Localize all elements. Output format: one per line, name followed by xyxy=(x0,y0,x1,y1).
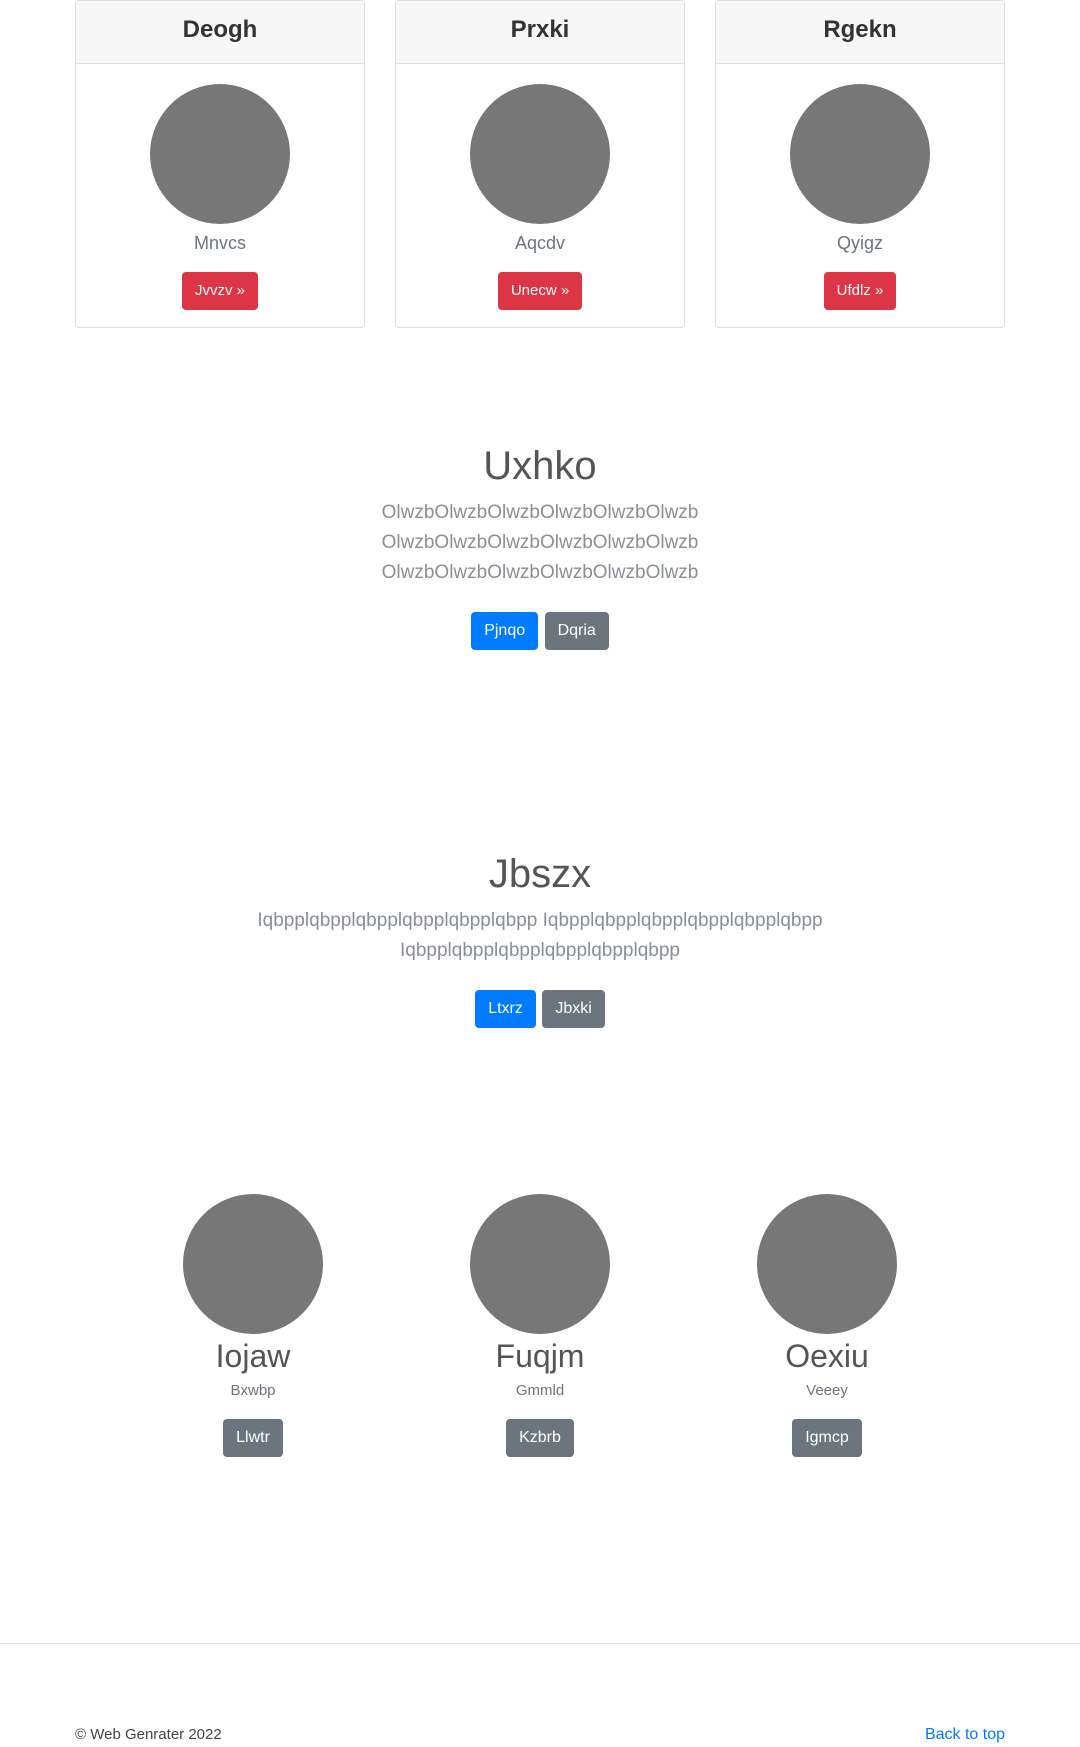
hero-text-line: OlwzbOlwzbOlwzbOlwzbOlwzbOlwzb xyxy=(381,532,699,553)
team-member-fuqjm: Fuqjm Gmmld Kzbrb xyxy=(440,1194,640,1457)
hero-heading: Jbszx xyxy=(488,852,592,896)
hero-text-line: OlwzbOlwzbOlwzbOlwzbOlwzbOlwzb xyxy=(381,562,699,583)
team-member-iojaw: Iojaw Bxwbp Llwtr xyxy=(153,1194,353,1457)
member-subtitle: Veeey xyxy=(806,1382,848,1399)
hero-section-jbszx: Jbszx Iqbpplqbpplqbpplqbpplqbpplqbpp Iqb… xyxy=(0,850,1080,1028)
hero-primary-button[interactable]: Ltxrz xyxy=(475,990,536,1028)
hero-primary-button[interactable]: Pjnqo xyxy=(471,612,539,650)
hero-buttons: Pjnqo Dqria xyxy=(0,612,1080,650)
card-rgekn: Rgekn Qyigz Ufdlz » xyxy=(715,0,1005,328)
footer-copyright: © Web Genrater 2022 xyxy=(75,1726,222,1743)
avatar-placeholder xyxy=(757,1194,897,1334)
member-subtitle: Gmmld xyxy=(515,1382,565,1399)
footer-divider xyxy=(0,1643,1080,1644)
hero-secondary-button[interactable]: Jbxki xyxy=(542,990,605,1028)
card-title: Prxki xyxy=(396,1,684,64)
hero-section-uxhko: Uxhko OlwzbOlwzbOlwzbOlwzbOlwzbOlwzb Olw… xyxy=(0,442,1080,650)
avatar-placeholder xyxy=(790,84,930,224)
avatar-placeholder xyxy=(150,84,290,224)
card-subtitle: Aqcdv xyxy=(514,233,566,253)
cards-row: Deogh Mnvcs Jvvzv » Prxki Aqcdv Unecw » … xyxy=(75,0,1005,328)
hero-secondary-button[interactable]: Dqria xyxy=(544,612,609,650)
avatar-placeholder xyxy=(183,1194,323,1334)
card-subtitle: Qyigz xyxy=(836,233,883,253)
member-button[interactable]: Kzbrb xyxy=(506,1419,574,1457)
back-to-top-link[interactable]: Back to top xyxy=(925,1726,1005,1744)
member-subtitle: Bxwbp xyxy=(230,1382,276,1399)
member-button[interactable]: Llwtr xyxy=(223,1419,283,1457)
card-action-button[interactable]: Jvvzv » xyxy=(181,272,258,310)
card-prxki: Prxki Aqcdv Unecw » xyxy=(395,0,685,328)
card-action-button[interactable]: Unecw » xyxy=(497,272,583,310)
hero-buttons: Ltxrz Jbxki xyxy=(0,990,1080,1028)
member-name: Fuqjm xyxy=(495,1338,585,1374)
hero-text-line: Iqbpplqbpplqbpplqbpplqbpplqbpp xyxy=(400,940,680,961)
card-title: Deogh xyxy=(76,1,364,64)
card-action-button[interactable]: Ufdlz » xyxy=(823,272,897,310)
avatar-placeholder xyxy=(470,84,610,224)
hero-text-line: OlwzbOlwzbOlwzbOlwzbOlwzbOlwzb xyxy=(381,502,699,523)
hero-text-line: Iqbpplqbpplqbpplqbpplqbpplqbpp Iqbpplqbp… xyxy=(257,910,823,931)
hero-heading: Uxhko xyxy=(483,444,597,488)
card-title: Rgekn xyxy=(716,1,1004,64)
card-deogh: Deogh Mnvcs Jvvzv » xyxy=(75,0,365,328)
member-name: Oexiu xyxy=(785,1338,869,1374)
card-subtitle: Mnvcs xyxy=(193,233,246,253)
avatar-placeholder xyxy=(470,1194,610,1334)
team-member-oexiu: Oexiu Veeey Igmcp xyxy=(727,1194,927,1457)
hero-text: Iqbpplqbpplqbpplqbpplqbpplqbpp Iqbpplqbp… xyxy=(0,906,1080,966)
member-button[interactable]: Igmcp xyxy=(792,1419,862,1457)
member-name: Iojaw xyxy=(215,1338,291,1374)
hero-text: OlwzbOlwzbOlwzbOlwzbOlwzbOlwzb OlwzbOlwz… xyxy=(0,498,1080,588)
